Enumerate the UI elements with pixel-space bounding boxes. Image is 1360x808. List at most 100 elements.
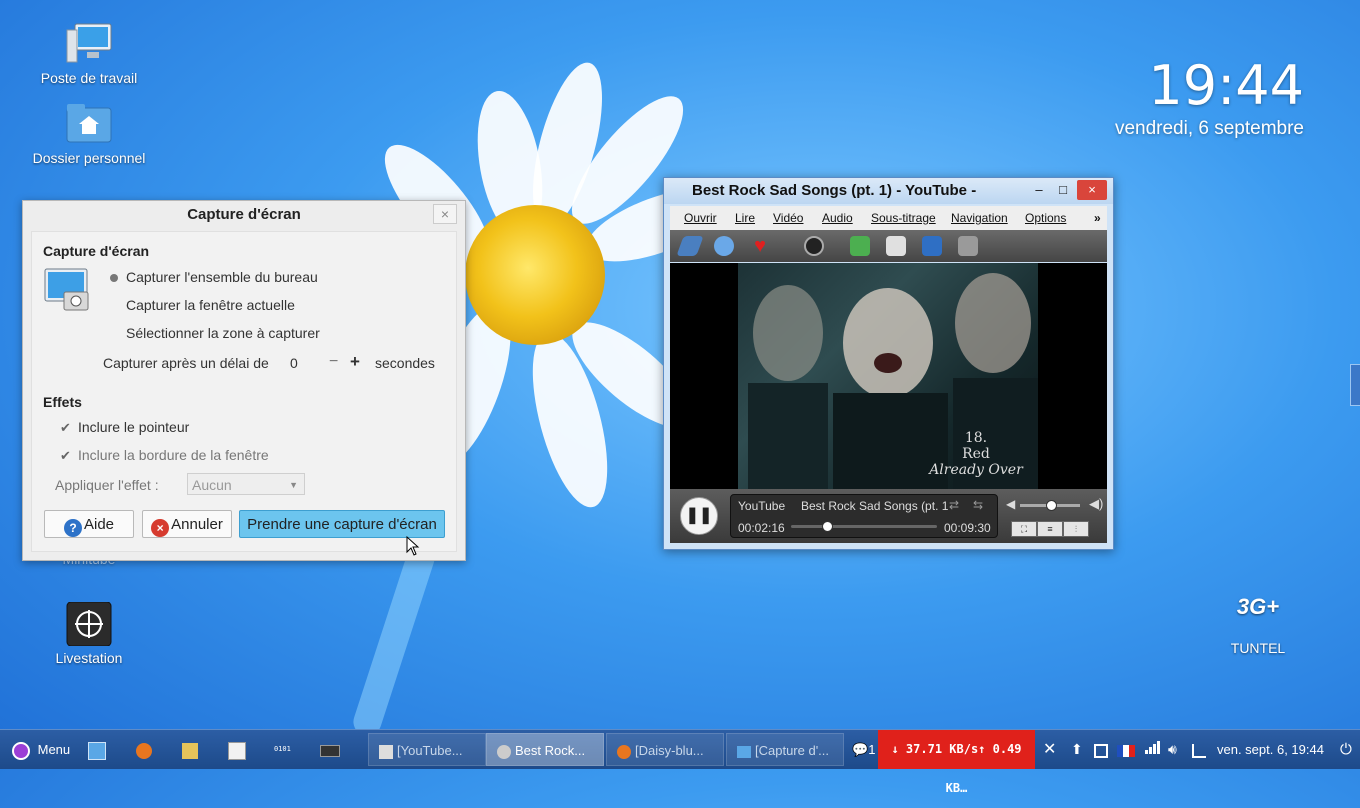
update-arrow-icon[interactable]: ⬆ — [1071, 733, 1083, 766]
menu-subtitles[interactable]: Sous-titrage — [871, 211, 936, 225]
apps-launcher-icon[interactable] — [228, 733, 250, 766]
network-icon[interactable] — [1192, 733, 1210, 766]
option-capture-window[interactable]: Capturer la fenêtre actuelle — [126, 297, 295, 313]
menu-icon — [12, 741, 30, 760]
option-select-area[interactable]: Sélectionner la zone à capturer — [126, 325, 320, 341]
overlay-band: Red — [962, 446, 990, 462]
taskbar-datetime[interactable]: ven. sept. 6, 19:44 — [1217, 733, 1324, 766]
pause-button[interactable]: ❚❚ — [680, 497, 718, 535]
maximize-button[interactable]: □ — [1053, 180, 1073, 200]
volume-slider[interactable] — [1020, 500, 1080, 511]
option-capture-desktop[interactable]: Capturer l'ensemble du bureau — [126, 269, 318, 285]
open-file-icon[interactable] — [676, 236, 704, 256]
seek-bar[interactable] — [791, 521, 937, 532]
binary-launcher-icon[interactable]: 0101 — [274, 733, 291, 766]
clipboard-icon[interactable] — [1094, 733, 1112, 766]
task-youtube[interactable]: [YouTube... — [368, 733, 486, 766]
section-capture-title: Capture d'écran — [43, 243, 150, 259]
edge-panel-handle[interactable] — [1350, 364, 1360, 406]
player-toolbar: ♥ — [670, 230, 1107, 262]
seek-handle[interactable] — [822, 521, 834, 532]
minimize-button[interactable]: – — [1029, 180, 1049, 200]
delay-decrement-button[interactable]: − — [329, 353, 338, 371]
info-icon[interactable] — [850, 236, 870, 256]
duration-time: 00:09:30 — [944, 521, 991, 535]
favorites-heart-icon[interactable]: ♥ — [750, 236, 770, 256]
start-menu-button[interactable]: Menu — [12, 733, 70, 766]
help-icon: ? — [63, 519, 82, 537]
close-button[interactable]: × — [1077, 180, 1107, 200]
taskbar: Menu 0101 [YouTube... Best Rock... [Dais… — [0, 729, 1360, 795]
shuffle-icon[interactable]: ⇆ — [973, 498, 983, 512]
equalizer-toggle-icon[interactable]: ⫶ — [1063, 521, 1089, 537]
globe-icon[interactable] — [714, 236, 734, 256]
show-desktop-icon[interactable] — [88, 733, 110, 766]
menu-options[interactable]: Options — [1025, 211, 1066, 225]
apply-effect-label: Appliquer l'effet : — [55, 477, 159, 493]
player-menubar: Ouvrir Lire Vidéo Audio Sous-titrage Nav… — [670, 206, 1107, 230]
cancel-button[interactable]: × Annuler — [142, 510, 232, 538]
volume-icon[interactable]: 🔊︎ — [1168, 733, 1177, 766]
help-button[interactable]: ? Aide — [44, 510, 134, 538]
desktop-icon-computer[interactable]: Poste de travail — [24, 22, 154, 86]
terminal-launcher-icon[interactable] — [320, 733, 344, 766]
player-window-icon — [497, 744, 511, 759]
desktop-icon-label: Dossier personnel — [32, 150, 146, 166]
tuntel-3g-icon: 3G+ — [1236, 594, 1280, 619]
task-capture[interactable]: [Capture d'... — [726, 733, 844, 766]
effect-select-value: Aucun — [192, 477, 232, 493]
task-label: [YouTube... — [397, 743, 463, 758]
include-pointer-checkbox[interactable]: Inclure le pointeur — [78, 419, 189, 435]
take-screenshot-button[interactable]: Prendre une capture d'écran — [239, 510, 445, 538]
delay-unit-label: secondes — [375, 355, 435, 371]
menu-video[interactable]: Vidéo — [773, 211, 803, 225]
firefox-window-icon — [617, 744, 631, 759]
task-best-rock[interactable]: Best Rock... — [486, 733, 604, 766]
equalizer-icon[interactable] — [958, 236, 978, 256]
close-icon[interactable]: ✕ — [1043, 733, 1056, 766]
dialog-close-button[interactable]: × — [433, 204, 457, 224]
menu-play[interactable]: Lire — [735, 211, 755, 225]
menu-open[interactable]: Ouvrir — [684, 211, 717, 225]
chevron-down-icon: ▼ — [289, 480, 298, 490]
webcam-icon[interactable] — [804, 236, 824, 256]
add-subtitle-icon[interactable] — [886, 236, 906, 256]
delay-increment-button[interactable]: + — [350, 352, 360, 372]
clock-time: 19:44 — [1148, 54, 1304, 117]
effect-select[interactable]: Aucun ▼ — [187, 473, 305, 495]
files-launcher-icon[interactable] — [182, 733, 202, 766]
playlist-icon[interactable]: ≡ — [1037, 521, 1063, 537]
repeat-icon[interactable]: ⇄ — [949, 498, 959, 512]
album-overlay: 18. Red Already Over — [926, 430, 1026, 478]
video-settings-icon[interactable] — [922, 236, 942, 256]
check-icon: ✔ — [60, 420, 71, 435]
delay-input[interactable]: 0 — [290, 355, 298, 371]
keyboard-layout-flag-icon[interactable] — [1117, 733, 1135, 766]
notification-button[interactable]: 💬1 — [852, 733, 875, 766]
desktop-clock: 19:44 vendredi, 6 septembre — [1115, 56, 1304, 140]
menu-audio[interactable]: Audio — [822, 211, 853, 225]
menu-navigation[interactable]: Navigation — [951, 211, 1008, 225]
desktop-icon-label: Poste de travail — [40, 70, 138, 86]
volume-high-icon: ◀) — [1089, 496, 1104, 511]
menu-more-icon[interactable]: » — [1094, 211, 1101, 225]
desktop-icon-livestation[interactable]: Livestation — [24, 601, 154, 666]
screenshot-dialog: Capture d'écran × Capture d'écran Captur… — [22, 200, 466, 561]
firefox-launcher-icon[interactable] — [136, 733, 156, 766]
video-area[interactable]: 18. Red Already Over — [670, 263, 1107, 489]
desktop-icon-home-folder[interactable]: Dossier personnel — [24, 102, 154, 166]
signal-strength-icon[interactable] — [1145, 733, 1161, 766]
task-label: [Daisy-blu... — [635, 743, 704, 758]
desktop-icon-tuntel[interactable]: 3G+ TUNTEL — [1193, 592, 1323, 656]
dialog-body: Capture d'écran Capturer l'ensemble du b… — [31, 231, 457, 552]
volume-handle[interactable] — [1046, 500, 1057, 511]
start-menu-label: Menu — [37, 742, 71, 757]
power-icon[interactable]: ⏻ — [1340, 733, 1352, 766]
task-daisy[interactable]: [Daisy-blu... — [606, 733, 724, 766]
mouse-cursor-icon — [406, 535, 420, 559]
chat-bubble-icon: 💬 — [852, 742, 869, 757]
computer-icon — [65, 22, 113, 66]
include-border-checkbox[interactable]: Inclure la bordure de la fenêtre — [78, 447, 269, 463]
elapsed-time: 00:02:16 — [738, 521, 785, 535]
fullscreen-icon[interactable]: ⛶ — [1011, 521, 1037, 537]
